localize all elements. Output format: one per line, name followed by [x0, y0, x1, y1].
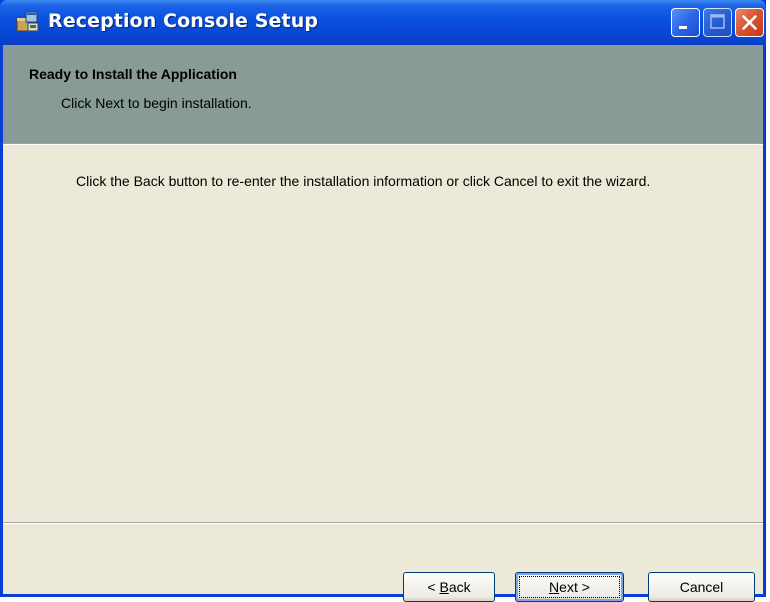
- close-button[interactable]: [735, 8, 764, 37]
- close-icon: [742, 15, 757, 30]
- back-button-rest: ack: [448, 579, 471, 595]
- banner-title: Ready to Install the Application: [29, 66, 237, 82]
- window-title: Reception Console Setup: [48, 10, 319, 32]
- minimize-button[interactable]: [671, 8, 700, 37]
- focus-ring: [519, 576, 620, 598]
- banner-subtitle: Click Next to begin installation.: [61, 95, 252, 111]
- setup-window: Reception Console Setup Ready to Install…: [0, 0, 766, 602]
- back-button-mnemonic: B: [439, 579, 449, 595]
- title-bar[interactable]: Reception Console Setup: [0, 0, 766, 45]
- back-button-prefix: <: [427, 579, 440, 595]
- button-area-divider-highlight: [3, 523, 763, 524]
- banner-divider-highlight: [3, 144, 763, 145]
- minimize-icon: [679, 26, 687, 29]
- dialog-client-area: Ready to Install the Application Click N…: [3, 45, 763, 602]
- maximize-button[interactable]: [703, 8, 732, 37]
- header-banner: Ready to Install the Application Click N…: [3, 45, 763, 143]
- installer-package-icon: [16, 11, 39, 32]
- back-button[interactable]: < Back: [403, 572, 495, 602]
- maximize-icon: [710, 14, 725, 29]
- cancel-button[interactable]: Cancel: [648, 572, 755, 602]
- instruction-text: Click the Back button to re-enter the in…: [76, 173, 651, 189]
- next-button[interactable]: Next >: [515, 572, 624, 602]
